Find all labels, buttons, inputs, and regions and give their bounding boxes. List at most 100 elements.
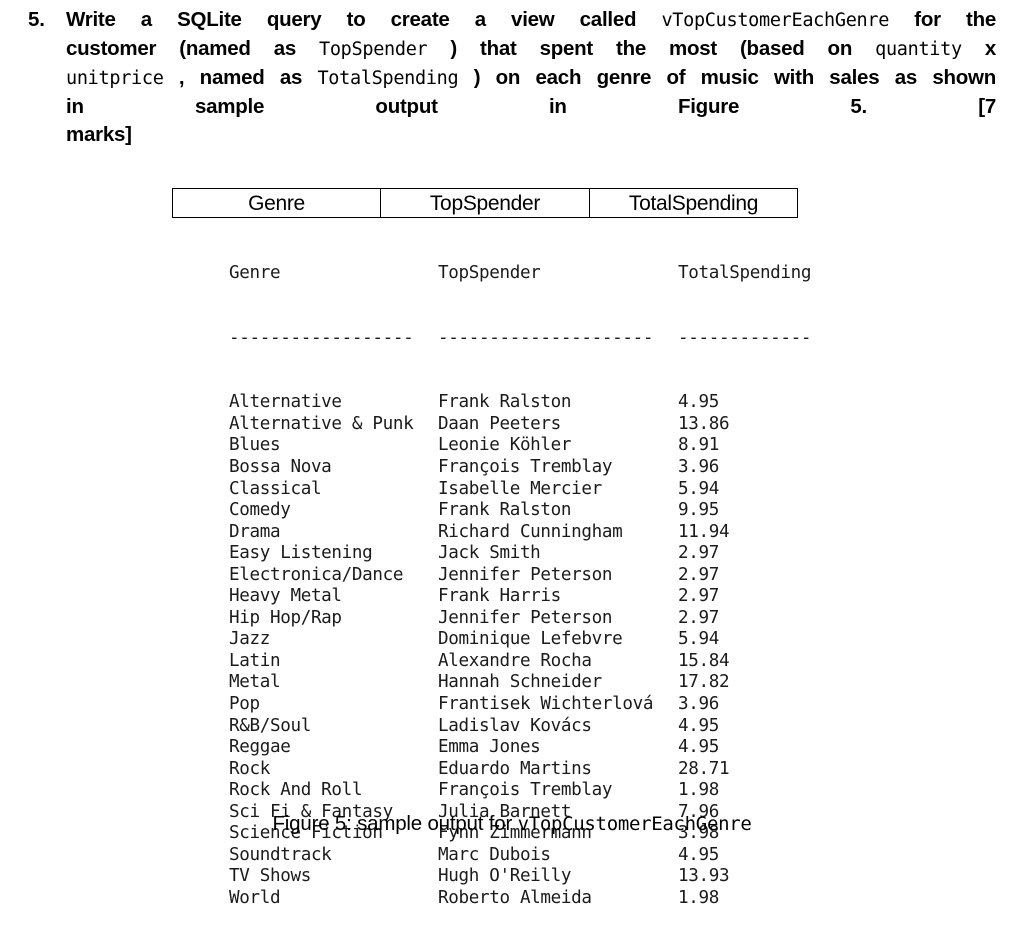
cell-totalspending: 3.96 [678, 694, 719, 715]
cell-genre: Comedy [229, 500, 291, 521]
table-row: Pop Frantisek Wichterlová 3.96 [229, 694, 828, 716]
table-row: TV Shows Hugh O'Reilly 13.93 [229, 866, 828, 888]
table-row: Easy Listening Jack Smith 2.97 [229, 543, 828, 565]
cli-separator-row: ------------------ ---------------------… [229, 328, 828, 350]
cell-genre: Blues [229, 435, 281, 456]
cell-totalspending: 13.93 [678, 866, 730, 887]
cell-totalspending: 11.94 [678, 521, 730, 542]
cell-totalspending: 1.98 [678, 780, 719, 801]
cell-topspender: Isabelle Mercier [438, 478, 602, 499]
inline-code: quantity [875, 39, 962, 60]
inline-text: customer (named as [66, 37, 319, 60]
cell-topspender: Emma Jones [438, 737, 541, 758]
cell-topspender: Frantisek Wichterlová [438, 694, 654, 715]
inline-text: Write a SQLite query to create a view ca… [66, 8, 662, 31]
inline-text: marks] [66, 123, 132, 146]
question-block: 5. Write a SQLite query to create a view… [28, 6, 996, 149]
cell-topspender: Jennifer Peterson [438, 607, 613, 628]
cell-topspender: Roberto Almeida [438, 887, 592, 908]
cell-totalspending: 2.97 [678, 607, 719, 628]
cell-genre: Reggae [229, 737, 291, 758]
table-row: Classical Isabelle Mercier 5.94 [229, 479, 828, 501]
cell-genre: Latin [229, 650, 281, 671]
cell-genre: Drama [229, 521, 281, 542]
header-cell-genre: Genre [173, 189, 381, 217]
cell-totalspending: 4.95 [678, 715, 719, 736]
cell-genre: R&B/Soul [229, 715, 311, 736]
cell-genre: Alternative & Punk [229, 413, 414, 434]
cell-topspender: Frank Ralston [438, 392, 572, 413]
cell-totalspending: 17.82 [678, 672, 730, 693]
cli-header-topspender: TopSpender [438, 263, 541, 284]
cli-separator-genre: ------------------ [229, 327, 414, 348]
header-cell-topspender: TopSpender [381, 189, 590, 217]
cell-topspender: Marc Dubois [438, 844, 551, 865]
table-row: Alternative & Punk Daan Peeters 13.86 [229, 414, 828, 436]
figure-caption: Figure 5: sample output for vTopCustomer… [0, 812, 1024, 836]
cell-totalspending: 28.71 [678, 758, 730, 779]
cell-totalspending: 13.86 [678, 413, 730, 434]
cell-genre: Rock [229, 758, 270, 779]
cell-genre: TV Shows [229, 866, 311, 887]
cell-genre: Heavy Metal [229, 586, 342, 607]
cell-totalspending: 2.97 [678, 564, 719, 585]
figure-caption-prefix: Figure 5: sample output for [272, 812, 518, 835]
cell-totalspending: 1.98 [678, 887, 719, 908]
inline-text: ) on each genre of music with sales as s… [473, 66, 997, 89]
cell-genre: Classical [229, 478, 322, 499]
cli-header-totalspending: TotalSpending [678, 263, 812, 284]
cell-genre: Pop [229, 694, 260, 715]
inline-code: unitprice [66, 68, 164, 89]
inline-text: [7 [978, 95, 997, 118]
header-cell-totalspending: TotalSpending [628, 191, 759, 215]
cell-topspender: François Tremblay [438, 457, 613, 478]
cell-totalspending: 4.95 [678, 392, 719, 413]
table-row: Comedy Frank Ralston 9.95 [229, 500, 828, 522]
table-row: Jazz Dominique Lefebvre 5.94 [229, 629, 828, 651]
cell-totalspending: 2.97 [678, 543, 719, 564]
table-row: Bossa Nova François Tremblay 3.96 [229, 457, 828, 479]
column-header-table: Genre TopSpender TotalSpending [172, 188, 798, 218]
cli-header-genre: Genre [229, 263, 281, 284]
table-row: Heavy Metal Frank Harris 2.97 [229, 586, 828, 608]
cell-topspender: François Tremblay [438, 780, 613, 801]
cell-topspender: Hannah Schneider [438, 672, 602, 693]
table-row: Metal Hannah Schneider 17.82 [229, 672, 828, 694]
table-row: Alternative Frank Ralston 4.95 [229, 392, 828, 414]
cli-header-row: Genre TopSpender TotalSpending [229, 263, 828, 285]
cell-totalspending: 9.95 [678, 500, 719, 521]
table-row: Latin Alexandre Rocha 15.84 [229, 651, 828, 673]
cell-totalspending: 4.95 [678, 737, 719, 758]
question-line-3: unitprice , named as TotalSpending ) on … [66, 64, 996, 93]
cell-totalspending: 15.84 [678, 650, 730, 671]
table-row: Electronica/Dance Jennifer Peterson 2.97 [229, 565, 828, 587]
cell-topspender: Leonie Köhler [438, 435, 572, 456]
table-row: Reggae Emma Jones 4.95 [229, 737, 828, 759]
table-row: World Roberto Almeida 1.98 [229, 888, 828, 910]
cell-totalspending: 3.96 [678, 457, 719, 478]
cell-totalspending: 2.97 [678, 586, 719, 607]
cell-totalspending: 8.91 [678, 435, 719, 456]
cell-topspender: Frank Harris [438, 586, 561, 607]
cell-totalspending: 4.95 [678, 844, 719, 865]
cell-totalspending: 5.94 [678, 478, 719, 499]
question-line-4: in sample output in Figure 5. [7 [66, 93, 996, 121]
question-line-1: Write a SQLite query to create a view ca… [66, 6, 996, 35]
table-row: Hip Hop/Rap Jennifer Peterson 2.97 [229, 608, 828, 630]
figure-caption-view-name: vTopCustomerEachGenre [517, 813, 752, 835]
table-row: Soundtrack Marc Dubois 4.95 [229, 845, 828, 867]
inline-code: TopSpender [319, 39, 428, 60]
cell-genre: Jazz [229, 629, 270, 650]
question-number: 5. [28, 8, 45, 31]
cell-genre: Soundtrack [229, 844, 332, 865]
inline-code: vTopCustomerEachGenre [661, 10, 890, 31]
cell-genre: Hip Hop/Rap [229, 607, 342, 628]
question-line-5: marks] [66, 121, 996, 149]
cell-topspender: Jennifer Peterson [438, 564, 613, 585]
table-row: R&B/Soul Ladislav Kovács 4.95 [229, 716, 828, 738]
cell-genre: Rock And Roll [229, 780, 363, 801]
cell-topspender: Eduardo Martins [438, 758, 592, 779]
inline-text: x [984, 37, 996, 60]
inline-text: ) that spent the most (based on [450, 37, 876, 60]
inline-text: for the [914, 8, 996, 31]
